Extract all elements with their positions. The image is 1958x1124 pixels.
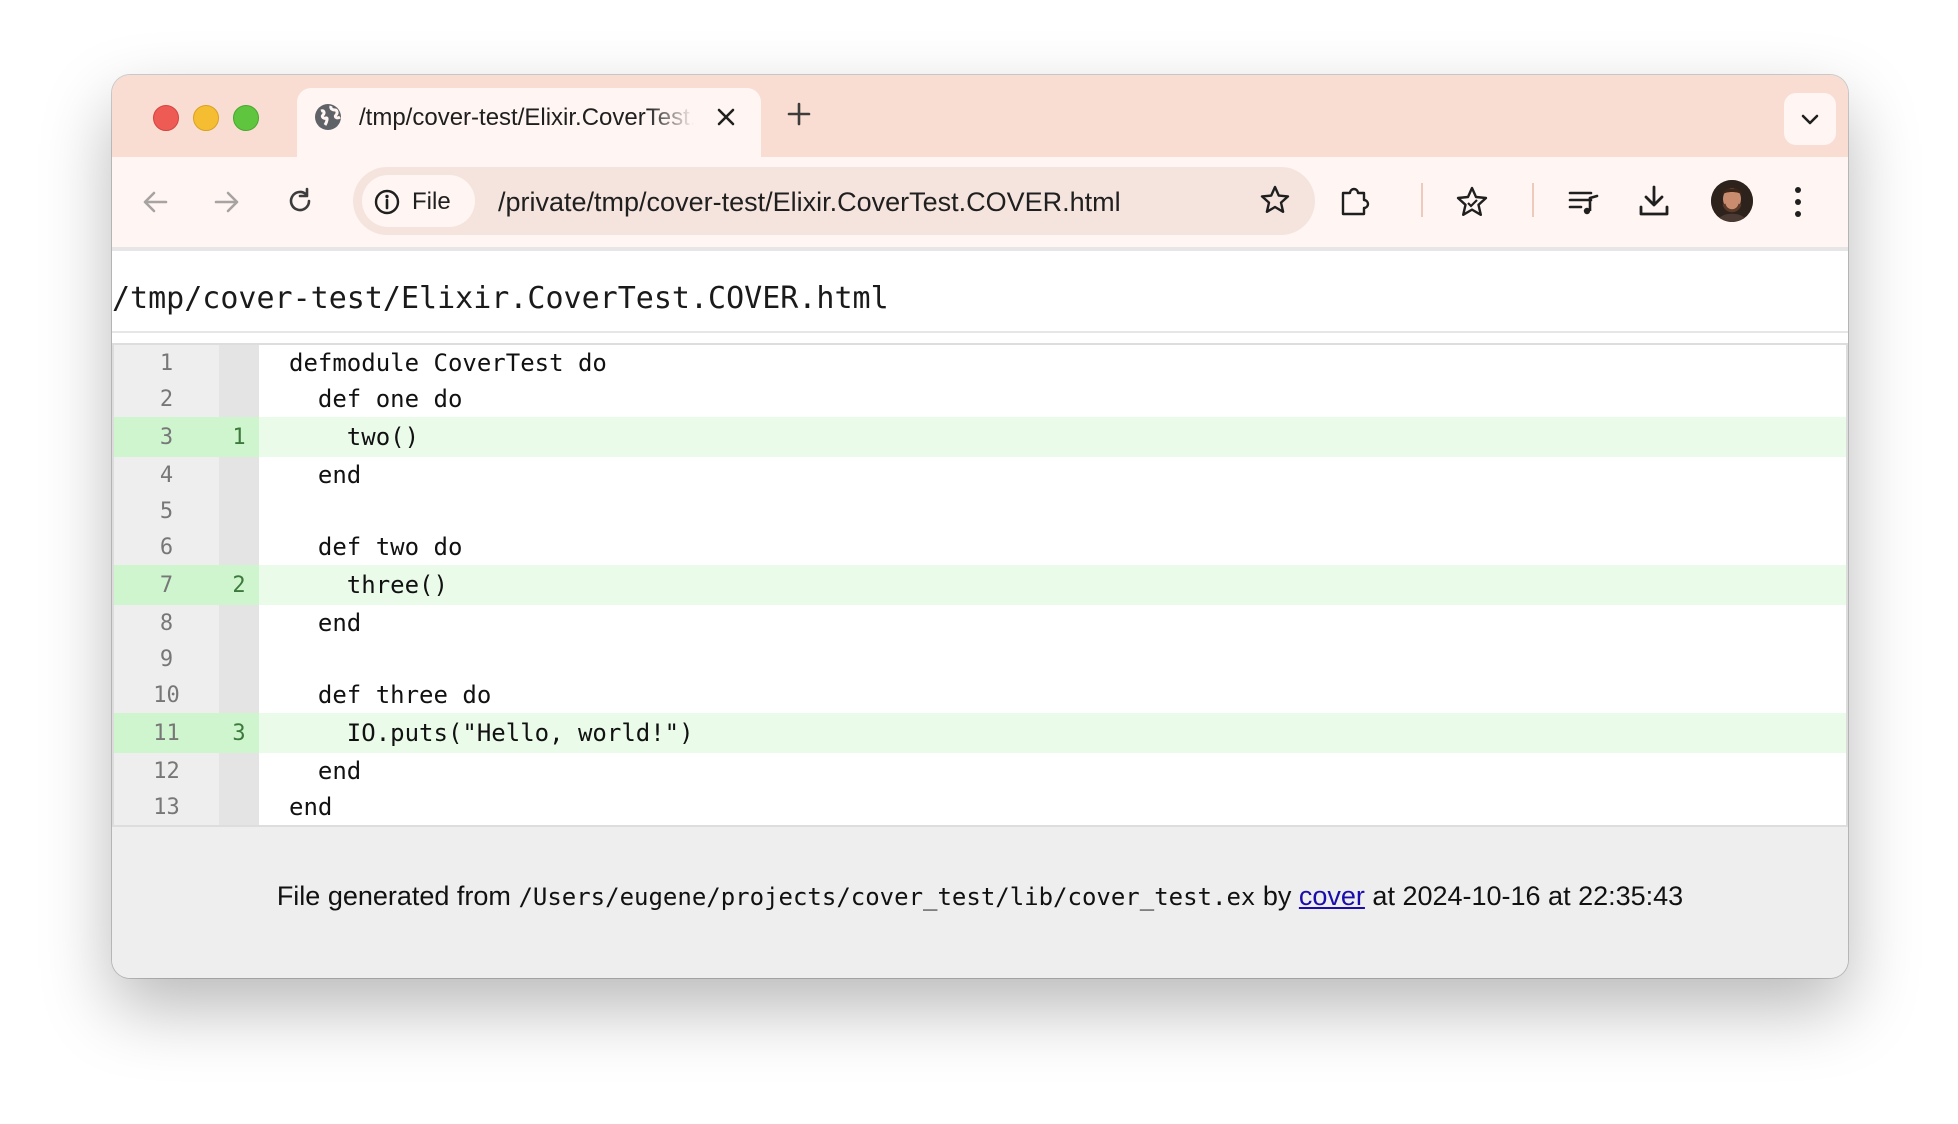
minimize-window-button[interactable] bbox=[193, 105, 219, 131]
page-content: /tmp/cover-test/Elixir.CoverTest.COVER.h… bbox=[112, 247, 1848, 978]
site-info-chip[interactable]: File bbox=[362, 175, 475, 227]
covered-code-row: 31 two() bbox=[114, 417, 1846, 457]
page-title: /tmp/cover-test/Elixir.CoverTest.COVER.h… bbox=[112, 281, 889, 316]
source-code-line: def one do bbox=[289, 385, 463, 413]
code-row: 8 end bbox=[114, 605, 1846, 641]
coverage-code-table: 1 defmodule CoverTest do 2 def one do 3 1 tw… bbox=[112, 343, 1848, 827]
site-info-label: File bbox=[412, 188, 451, 215]
active-tab[interactable]: /tmp/cover-test/Elixir.CoverTest.COVER.h… bbox=[297, 88, 761, 157]
cover-link[interactable]: cover bbox=[1299, 881, 1365, 911]
hit-count bbox=[219, 345, 259, 381]
bookmarks-star-icon[interactable] bbox=[1454, 184, 1490, 225]
code-row: 13 end bbox=[114, 789, 1846, 825]
bookmark-star-icon[interactable] bbox=[1259, 184, 1291, 221]
hit-count bbox=[219, 457, 259, 493]
code-row: 4 end bbox=[114, 457, 1846, 493]
hit-count bbox=[219, 753, 259, 789]
hit-count: 2 bbox=[219, 565, 259, 605]
profile-avatar[interactable] bbox=[1711, 180, 1753, 222]
toolbar-separator bbox=[1532, 183, 1534, 217]
back-arrow-icon[interactable] bbox=[140, 187, 170, 222]
source-code-line: end bbox=[289, 609, 362, 637]
reload-icon[interactable] bbox=[285, 186, 315, 221]
footer-prefix: File generated from bbox=[276, 881, 519, 911]
line-number: 3 bbox=[114, 417, 219, 457]
address-bar[interactable]: File /private/tmp/cover-test/Elixir.Cove… bbox=[353, 167, 1315, 235]
hit-count bbox=[219, 677, 259, 713]
forward-arrow-icon[interactable] bbox=[212, 187, 242, 222]
code-row: 10 def three do bbox=[114, 677, 1846, 713]
line-number: 12 bbox=[114, 753, 219, 789]
source-code-line: end bbox=[289, 793, 333, 821]
hit-count: 3 bbox=[219, 713, 259, 753]
close-tab-icon[interactable] bbox=[715, 106, 737, 133]
code-row: 12 end bbox=[114, 753, 1846, 789]
info-icon bbox=[374, 189, 400, 215]
code-row: 6 def two do bbox=[114, 529, 1846, 565]
download-icon[interactable] bbox=[1637, 183, 1671, 224]
line-number: 8 bbox=[114, 605, 219, 641]
hit-count: 1 bbox=[219, 417, 259, 457]
hit-count bbox=[219, 641, 259, 677]
hit-count bbox=[219, 605, 259, 641]
hit-count bbox=[219, 381, 259, 417]
footer-by: by bbox=[1255, 881, 1299, 911]
code-row: 2 def one do bbox=[114, 381, 1846, 417]
code-row: 5 bbox=[114, 493, 1846, 529]
tab-title: /tmp/cover-test/Elixir.CoverTest.COVER.h… bbox=[359, 104, 694, 131]
source-code-line: end bbox=[289, 757, 362, 785]
covered-code-row: 11 3 IO.puts("Hello, world!") bbox=[114, 713, 1846, 753]
globe-icon bbox=[313, 102, 343, 137]
line-number: 7 bbox=[114, 565, 219, 605]
source-code-line: two() bbox=[289, 423, 420, 451]
close-window-button[interactable] bbox=[153, 105, 179, 131]
extensions-puzzle-icon[interactable] bbox=[1338, 184, 1372, 223]
footer-suffix: at 2024-10-16 at 22:35:43 bbox=[1364, 881, 1684, 911]
source-code-line: IO.puts("Hello, world!") bbox=[289, 719, 694, 747]
covered-code-row: 72 three() bbox=[114, 565, 1846, 605]
zoom-window-button[interactable] bbox=[233, 105, 259, 131]
chevron-down-icon bbox=[1801, 114, 1819, 125]
line-number: 4 bbox=[114, 457, 219, 493]
page-header: /tmp/cover-test/Elixir.CoverTest.COVER.h… bbox=[112, 247, 1848, 349]
line-number: 2 bbox=[114, 381, 219, 417]
source-code-line: three() bbox=[289, 571, 448, 599]
more-menu-icon[interactable] bbox=[1793, 185, 1803, 224]
source-code-line: def two do bbox=[289, 533, 463, 561]
tab-strip: /tmp/cover-test/Elixir.CoverTest.COVER.h… bbox=[112, 75, 1848, 157]
new-tab-plus-icon[interactable] bbox=[786, 101, 812, 132]
hit-count bbox=[219, 789, 259, 825]
hit-count bbox=[219, 493, 259, 529]
line-number: 5 bbox=[114, 493, 219, 529]
line-number: 6 bbox=[114, 529, 219, 565]
browser-toolbar: File /private/tmp/cover-test/Elixir.Cove… bbox=[112, 157, 1848, 247]
line-number: 13 bbox=[114, 789, 219, 825]
code-row: 1 defmodule CoverTest do bbox=[114, 345, 1846, 381]
toolbar-separator bbox=[1421, 183, 1423, 217]
line-number: 9 bbox=[114, 641, 219, 677]
footer-source-path: /Users/eugene/projects/cover_test/lib/co… bbox=[518, 883, 1256, 911]
line-number: 11 bbox=[114, 713, 219, 753]
line-number: 1 bbox=[114, 345, 219, 381]
source-code-line: def three do bbox=[289, 681, 492, 709]
line-number: 10 bbox=[114, 677, 219, 713]
tab-search-button[interactable] bbox=[1784, 93, 1836, 145]
source-code-line: end bbox=[289, 461, 362, 489]
code-row: 9 bbox=[114, 641, 1846, 677]
browser-window: /tmp/cover-test/Elixir.CoverTest.COVER.h… bbox=[112, 75, 1848, 978]
source-code-line: defmodule CoverTest do bbox=[289, 349, 607, 377]
page-footer: File generated from /Users/eugene/projec… bbox=[112, 881, 1848, 912]
hit-count bbox=[219, 529, 259, 565]
media-queue-icon[interactable] bbox=[1567, 185, 1601, 224]
url-text[interactable]: /private/tmp/cover-test/Elixir.CoverTest… bbox=[498, 187, 1121, 218]
header-divider bbox=[112, 331, 1848, 333]
